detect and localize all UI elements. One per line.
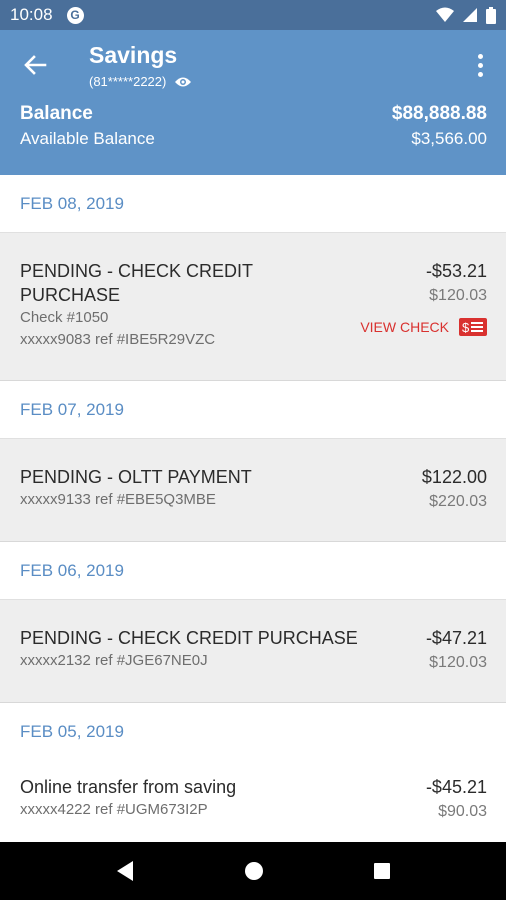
account-number-row: (81*****2222) — [89, 74, 192, 89]
battery-icon — [486, 6, 496, 24]
transaction-amount: -$53.21 — [425, 261, 487, 281]
transaction-description: PENDING - CHECK CREDIT — [20, 261, 254, 281]
transaction-row[interactable]: PENDING - CHECK CREDIT PURCHASE xxxxx213… — [0, 600, 506, 703]
transaction-row[interactable]: PENDING - CHECK CREDIT PURCHASE Check #1… — [0, 233, 506, 381]
transaction-description: PENDING - CHECK CREDIT PURCHASE — [20, 628, 358, 648]
status-icons — [436, 6, 496, 24]
transaction-amount: $122.00 — [421, 467, 487, 487]
nav-recents-icon[interactable] — [373, 862, 391, 880]
running-balance: $90.03 — [438, 803, 487, 820]
wifi-icon — [436, 7, 454, 22]
date-header: FEB 05, 2019 — [0, 703, 506, 761]
running-balance: $120.03 — [429, 654, 487, 671]
transaction-reference: xxxxx4222 ref #UGM673I2P — [20, 801, 208, 818]
account-number: (81*****2222) — [89, 74, 167, 89]
svg-text:$: $ — [462, 320, 470, 335]
date-header: FEB 06, 2019 — [0, 542, 506, 600]
running-balance: $120.03 — [429, 287, 487, 304]
transaction-amount: -$45.21 — [425, 777, 487, 797]
transaction-description-cont: PURCHASE — [20, 285, 121, 305]
signal-icon — [463, 8, 477, 22]
balance-value: $88,888.88 — [391, 103, 487, 124]
view-check-button[interactable]: VIEW CHECK $ — [360, 318, 487, 336]
running-balance: $220.03 — [429, 493, 487, 510]
more-options-button[interactable] — [470, 50, 490, 80]
transaction-row[interactable]: PENDING - OLTT PAYMENT xxxxx9133 ref #EB… — [0, 439, 506, 542]
app-bar: Savings (81*****2222) Balance $88,888.88… — [0, 30, 506, 175]
nav-back-icon[interactable] — [115, 860, 135, 882]
back-button[interactable] — [20, 50, 50, 80]
transaction-details: PENDING - CHECK CREDIT PURCHASE Check #1… — [20, 259, 253, 351]
check-image-icon: $ — [459, 318, 487, 336]
app-notification-icon: G — [66, 6, 84, 24]
system-navigation-bar — [0, 842, 506, 900]
page-title: Savings — [89, 42, 178, 68]
transaction-description: PENDING - OLTT PAYMENT — [20, 467, 252, 487]
transaction-amount: -$47.21 — [425, 628, 487, 648]
available-balance-label: Available Balance — [20, 129, 155, 148]
available-balance-value: $3,566.00 — [411, 129, 487, 148]
nav-home-icon[interactable] — [244, 861, 264, 881]
view-check-label: VIEW CHECK — [360, 319, 449, 335]
status-bar: 10:08 G — [0, 0, 506, 30]
transaction-row[interactable]: Online transfer from saving xxxxx4222 re… — [0, 761, 506, 842]
transaction-details: PENDING - OLTT PAYMENT xxxxx9133 ref #EB… — [20, 465, 252, 511]
date-header: FEB 08, 2019 — [0, 175, 506, 233]
transaction-list[interactable]: FEB 08, 2019 PENDING - CHECK CREDIT PURC… — [0, 175, 506, 842]
more-vert-icon — [477, 53, 483, 59]
transaction-description: Online transfer from saving — [20, 777, 237, 797]
arrow-left-icon — [24, 55, 47, 75]
transaction-details: PENDING - CHECK CREDIT PURCHASE xxxxx213… — [20, 626, 358, 672]
transaction-reference: xxxxx9083 ref #IBE5R29VZC — [20, 331, 216, 348]
transaction-reference: xxxxx2132 ref #JGE67NE0J — [20, 652, 208, 669]
eye-icon[interactable] — [174, 76, 192, 88]
date-header: FEB 07, 2019 — [0, 381, 506, 439]
transaction-details: Online transfer from saving xxxxx4222 re… — [20, 775, 236, 821]
status-time: 10:08 — [10, 5, 53, 24]
balance-label: Balance — [20, 103, 93, 124]
transaction-reference: xxxxx9133 ref #EBE5Q3MBE — [20, 491, 216, 508]
check-number: Check #1050 — [20, 309, 109, 326]
